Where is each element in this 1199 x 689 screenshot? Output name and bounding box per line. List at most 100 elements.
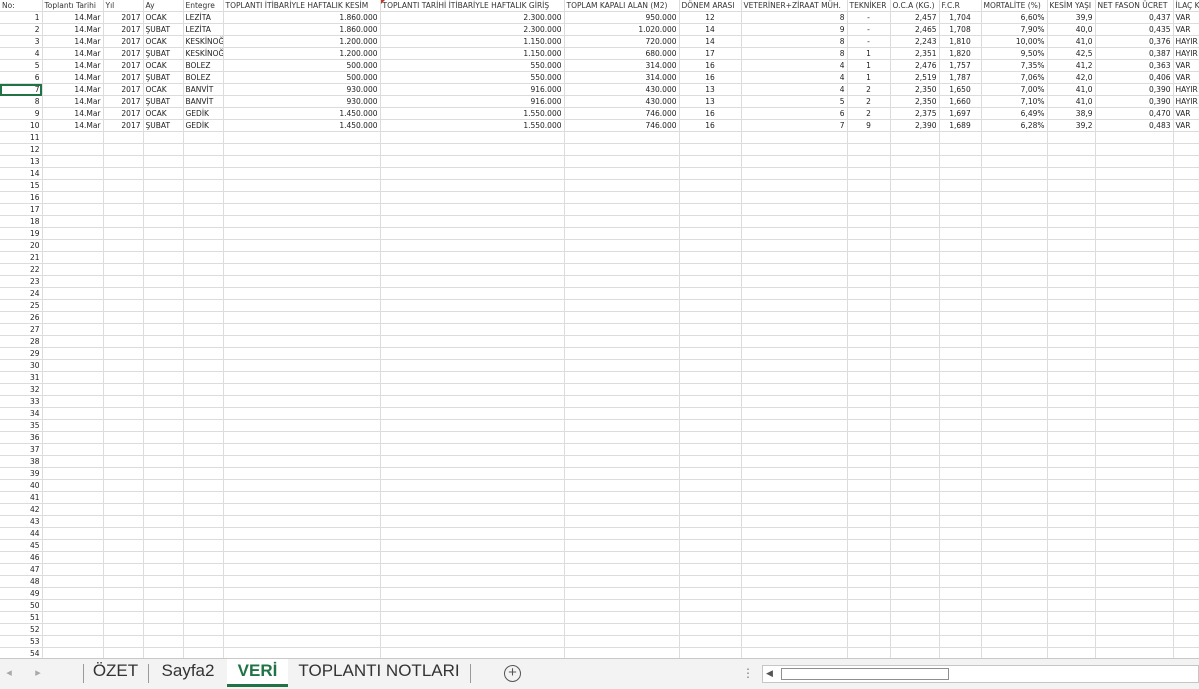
table-cell[interactable] — [939, 491, 982, 504]
table-cell[interactable] — [380, 371, 565, 384]
table-cell[interactable] — [183, 647, 224, 658]
table-cell[interactable] — [223, 431, 381, 444]
table-cell[interactable] — [42, 215, 104, 228]
table-cell[interactable]: 42,5 — [1047, 47, 1096, 60]
table-cell[interactable] — [183, 467, 224, 480]
table-cell[interactable] — [380, 251, 565, 264]
table-cell[interactable] — [223, 599, 381, 612]
table-cell[interactable] — [981, 335, 1048, 348]
table-cell[interactable] — [223, 347, 381, 360]
table-cell[interactable] — [143, 131, 184, 144]
table-cell[interactable] — [380, 527, 565, 540]
table-cell[interactable] — [42, 455, 104, 468]
table-cell[interactable] — [847, 647, 891, 658]
table-cell[interactable] — [380, 539, 565, 552]
row-number[interactable]: 44 — [0, 527, 43, 540]
table-cell[interactable] — [1047, 275, 1096, 288]
table-cell[interactable] — [564, 647, 680, 658]
table-cell[interactable] — [981, 635, 1048, 648]
table-cell[interactable]: HAYIR — [1173, 35, 1199, 48]
table-cell[interactable] — [564, 191, 680, 204]
table-cell[interactable] — [679, 299, 742, 312]
table-cell[interactable] — [564, 407, 680, 420]
table-cell[interactable] — [679, 515, 742, 528]
table-cell[interactable] — [183, 215, 224, 228]
table-cell[interactable] — [847, 491, 891, 504]
table-cell[interactable] — [42, 635, 104, 648]
table-cell[interactable] — [564, 563, 680, 576]
table-cell[interactable] — [183, 371, 224, 384]
table-cell[interactable] — [1095, 551, 1174, 564]
table-cell[interactable]: 14.Mar — [42, 59, 104, 72]
table-cell[interactable] — [847, 611, 891, 624]
table-cell[interactable] — [223, 527, 381, 540]
table-cell[interactable] — [223, 263, 381, 276]
table-cell[interactable] — [103, 263, 144, 276]
table-cell[interactable] — [981, 203, 1048, 216]
table-cell[interactable] — [741, 383, 848, 396]
table-cell[interactable] — [103, 635, 144, 648]
table-cell[interactable] — [1095, 167, 1174, 180]
table-cell[interactable] — [679, 467, 742, 480]
table-cell[interactable]: 2,350 — [890, 95, 940, 108]
table-cell[interactable] — [890, 587, 940, 600]
table-cell[interactable] — [847, 383, 891, 396]
table-cell[interactable] — [103, 539, 144, 552]
table-cell[interactable] — [103, 359, 144, 372]
table-cell[interactable] — [890, 323, 940, 336]
table-cell[interactable] — [1095, 335, 1174, 348]
table-cell[interactable] — [1047, 191, 1096, 204]
row-number[interactable]: 43 — [0, 515, 43, 528]
table-cell[interactable] — [1173, 347, 1199, 360]
table-cell[interactable] — [1095, 611, 1174, 624]
table-cell[interactable] — [1173, 611, 1199, 624]
table-cell[interactable]: 14.Mar — [42, 47, 104, 60]
table-cell[interactable] — [42, 131, 104, 144]
table-cell[interactable] — [143, 155, 184, 168]
row-number[interactable]: 2 — [0, 23, 43, 36]
table-cell[interactable] — [103, 299, 144, 312]
row-number[interactable]: 14 — [0, 167, 43, 180]
table-cell[interactable] — [1047, 311, 1096, 324]
table-cell[interactable] — [1095, 275, 1174, 288]
table-cell[interactable]: 0,406 — [1095, 71, 1174, 84]
table-cell[interactable] — [103, 275, 144, 288]
table-cell[interactable] — [847, 503, 891, 516]
table-cell[interactable] — [981, 227, 1048, 240]
row-number[interactable]: 6 — [0, 71, 43, 84]
table-cell[interactable]: BANVİT — [183, 95, 224, 108]
table-cell[interactable] — [143, 323, 184, 336]
table-cell[interactable] — [679, 227, 742, 240]
table-cell[interactable]: 6,28% — [981, 119, 1048, 132]
table-cell[interactable] — [1173, 167, 1199, 180]
table-cell[interactable] — [741, 599, 848, 612]
row-number[interactable]: 40 — [0, 479, 43, 492]
table-cell[interactable] — [183, 335, 224, 348]
table-cell[interactable] — [564, 203, 680, 216]
table-cell[interactable] — [1173, 359, 1199, 372]
table-cell[interactable] — [939, 611, 982, 624]
table-cell[interactable] — [679, 203, 742, 216]
table-cell[interactable] — [847, 515, 891, 528]
table-cell[interactable] — [890, 431, 940, 444]
table-cell[interactable] — [380, 347, 565, 360]
table-cell[interactable] — [42, 323, 104, 336]
table-cell[interactable] — [380, 479, 565, 492]
table-cell[interactable] — [103, 395, 144, 408]
table-cell[interactable] — [741, 503, 848, 516]
table-cell[interactable] — [223, 143, 381, 156]
table-cell[interactable] — [143, 359, 184, 372]
table-cell[interactable]: ŞUBAT — [143, 119, 184, 132]
table-cell[interactable] — [981, 191, 1048, 204]
column-header[interactable]: No: — [0, 0, 43, 12]
table-cell[interactable] — [741, 263, 848, 276]
table-cell[interactable] — [42, 143, 104, 156]
table-cell[interactable] — [741, 203, 848, 216]
table-cell[interactable] — [890, 359, 940, 372]
table-cell[interactable] — [223, 395, 381, 408]
table-cell[interactable]: 500.000 — [223, 71, 381, 84]
table-cell[interactable]: 13 — [679, 95, 742, 108]
table-cell[interactable]: 41,0 — [1047, 35, 1096, 48]
table-cell[interactable] — [380, 131, 565, 144]
table-cell[interactable] — [1047, 551, 1096, 564]
